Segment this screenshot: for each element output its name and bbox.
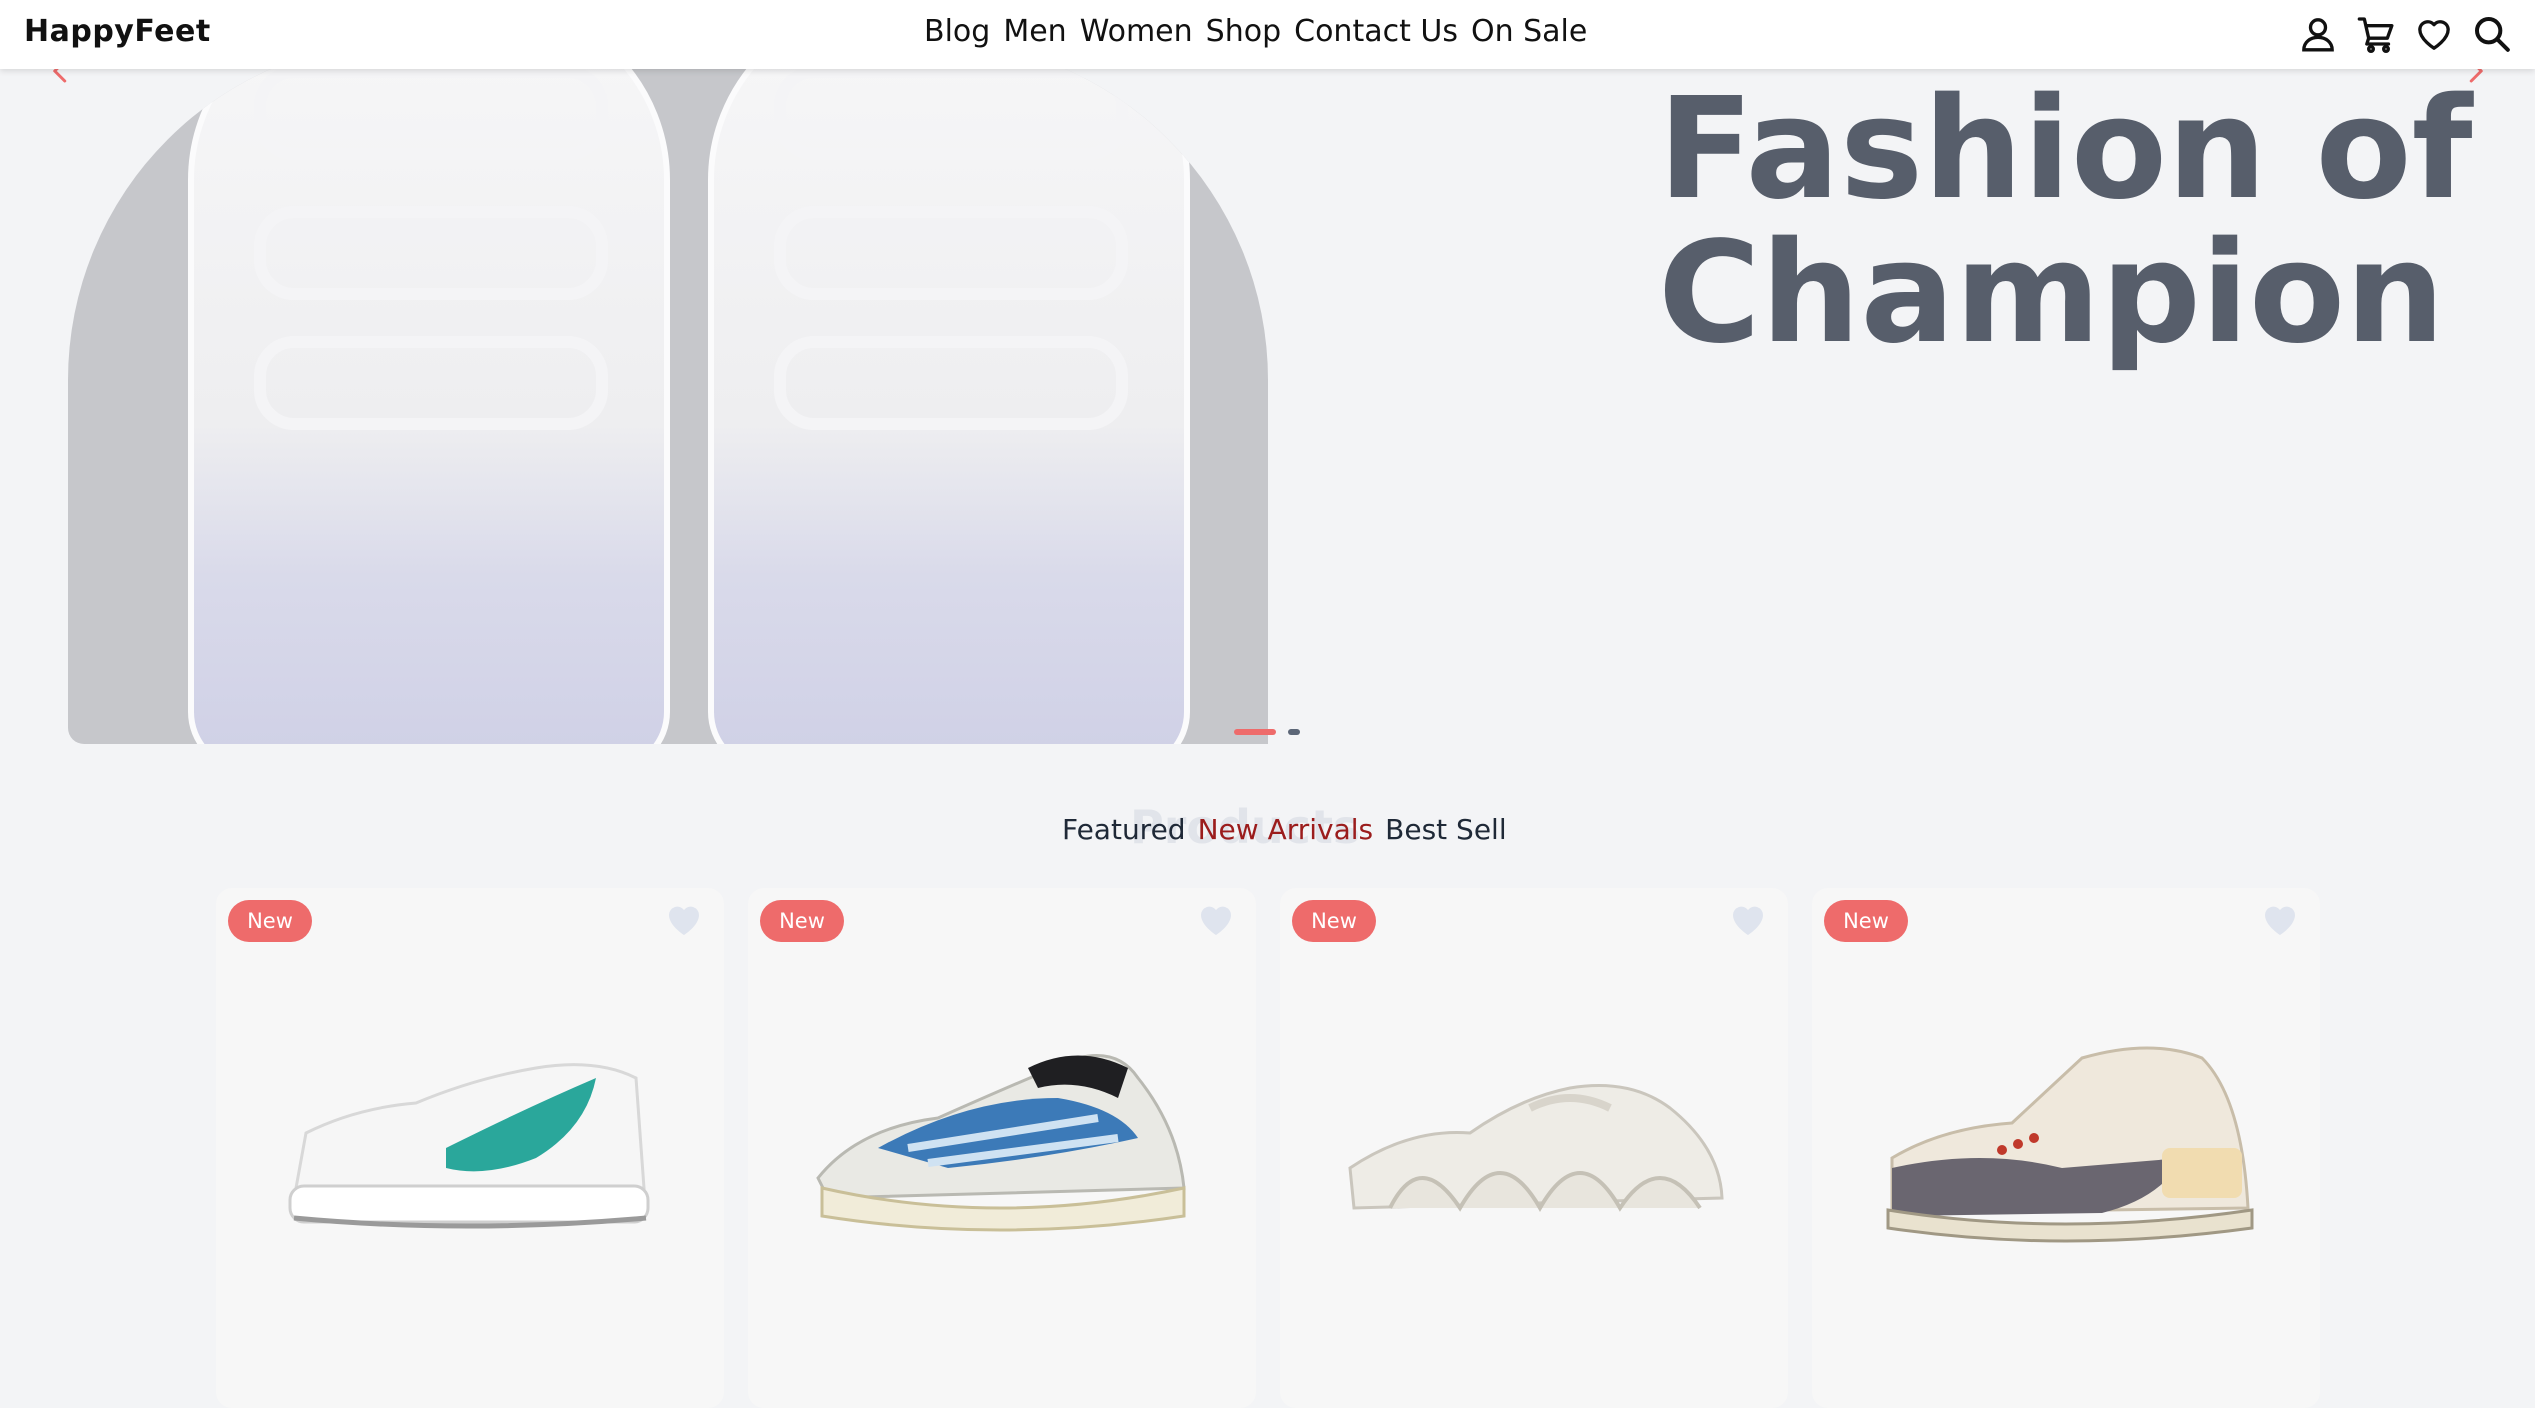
product-card[interactable]: New: [1280, 888, 1788, 1408]
favorite-heart-icon[interactable]: [1196, 900, 1236, 940]
shoe-lace: [254, 66, 608, 160]
hero-headline-line1: Fashion of: [1658, 68, 2473, 231]
new-badge: New: [228, 900, 312, 942]
main-nav: Blog Men Women Shop Contact Us On Sale: [924, 14, 1587, 49]
nav-link-blog[interactable]: Blog: [924, 14, 990, 49]
product-grid: New New New New: [216, 888, 2320, 1408]
hero-headline: Fashion of Champion: [1658, 78, 2478, 366]
brand-logo[interactable]: HappyFeet: [24, 14, 211, 49]
product-card[interactable]: New: [748, 888, 1256, 1408]
product-image-white-teal-sneaker[interactable]: [266, 1038, 674, 1278]
shoe-lace: [774, 336, 1128, 430]
hero-headline-line2: Champion: [1658, 212, 2445, 375]
hero-shoe-left: [188, 40, 670, 744]
product-image-blue-runner-sneaker[interactable]: [798, 1038, 1206, 1278]
wishlist-heart-icon[interactable]: [2413, 13, 2455, 55]
nav-link-men[interactable]: Men: [1003, 14, 1066, 49]
favorite-heart-icon[interactable]: [1728, 900, 1768, 940]
nav-link-women[interactable]: Women: [1080, 14, 1193, 49]
product-image-cream-grey-basketball-sneaker[interactable]: [1862, 1038, 2270, 1278]
nav-link-shop[interactable]: Shop: [1206, 14, 1281, 49]
tab-best-sell[interactable]: Best Sell: [1385, 813, 1506, 846]
slider-dot-1[interactable]: [1234, 729, 1276, 735]
hero-shoe-right: [708, 40, 1190, 744]
hero-image: [68, 40, 1268, 744]
tab-featured[interactable]: Featured: [1062, 813, 1186, 846]
favorite-heart-icon[interactable]: [2260, 900, 2300, 940]
nav-link-on-sale[interactable]: On Sale: [1471, 14, 1587, 49]
slider-dot-2[interactable]: [1288, 729, 1300, 735]
shoe-lace: [254, 206, 608, 300]
slider-pagination: [1234, 729, 1300, 735]
new-badge: New: [1292, 900, 1376, 942]
new-badge: New: [1824, 900, 1908, 942]
cart-icon[interactable]: [2355, 13, 2397, 55]
navbar: HappyFeet Blog Men Women Shop Contact Us…: [0, 0, 2535, 69]
shoe-lace: [254, 336, 608, 430]
favorite-heart-icon[interactable]: [664, 900, 704, 940]
search-icon[interactable]: [2471, 13, 2513, 55]
shoe-lace: [774, 206, 1128, 300]
shoe-lace: [774, 66, 1128, 160]
user-icon[interactable]: [2297, 13, 2339, 55]
product-card[interactable]: New: [216, 888, 724, 1408]
tab-new-arrivals[interactable]: New Arrivals: [1198, 813, 1374, 846]
product-card[interactable]: New: [1812, 888, 2320, 1408]
product-image-cream-wave-sneaker[interactable]: [1330, 1038, 1738, 1278]
nav-icon-group: [2297, 13, 2513, 55]
new-badge: New: [760, 900, 844, 942]
nav-link-contact-us[interactable]: Contact Us: [1294, 14, 1458, 49]
product-tabs: Featured New Arrivals Best Sell: [1062, 813, 1507, 846]
